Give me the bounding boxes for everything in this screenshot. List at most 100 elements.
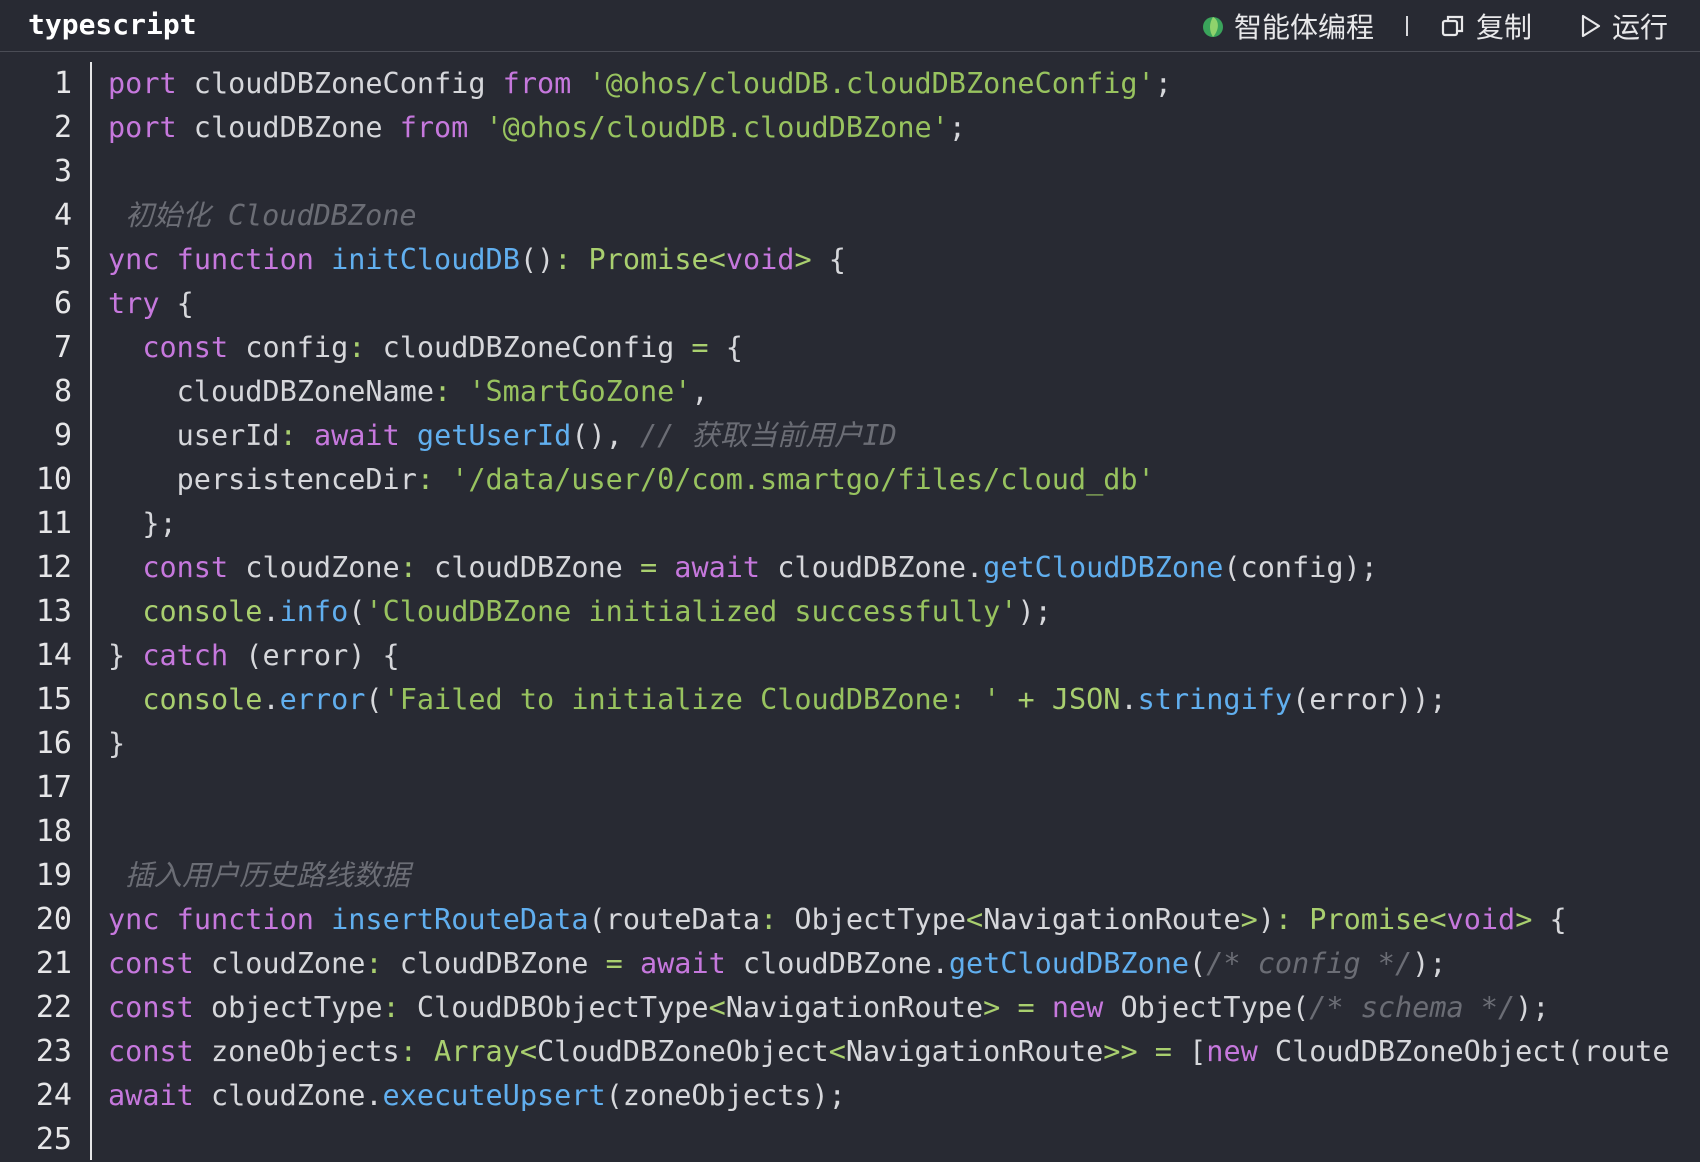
code-token: zoneObjects [193, 1035, 400, 1068]
copy-button[interactable]: 复制 [1440, 6, 1532, 46]
code-token: : [399, 551, 417, 584]
line-number: 22 [35, 990, 72, 1025]
code-token: } [108, 727, 126, 760]
code-token: console [142, 683, 263, 716]
code-token: error [279, 683, 366, 716]
code-token: } [108, 639, 143, 672]
code-token: > [1240, 903, 1258, 936]
code-token: cloudDBZone [382, 947, 606, 980]
code-token: ); [1412, 947, 1447, 980]
code-token: = [1154, 1035, 1172, 1068]
code-token: = [691, 331, 709, 364]
code-token: > [794, 243, 812, 276]
code-token: '@ohos/cloudDB.cloudDBZone' [485, 111, 949, 144]
line-number: 18 [35, 814, 72, 849]
code-token: getCloudDBZone [983, 551, 1224, 584]
code-token: }; [108, 507, 177, 540]
code-token: const [108, 1035, 194, 1068]
code-line: userId: await getUserId(), // 获取当前用户ID [108, 414, 1670, 458]
code-token: cloudZone [228, 551, 400, 584]
code-token: cloudZone [193, 947, 366, 980]
line-number: 4 [53, 198, 72, 233]
code-token: < [1429, 903, 1447, 936]
code-token: CloudDBZoneObject(routeDa [1257, 1035, 1670, 1068]
code-token: ) [1257, 903, 1275, 936]
code-token: config [228, 331, 349, 364]
code-token: stringify [1137, 683, 1293, 716]
code-line: ync function initCloudDB(): Promise<void… [108, 238, 1670, 282]
code-editor[interactable]: 1 2 3 4 5 6 7 8 9 10 11 12 13 14 15 16 17 18 19 20 21 22 23 24 2… [0, 52, 1700, 1160]
code-token: Promise [588, 243, 709, 276]
code-line: const objectType: CloudDBObjectType<Navi… [108, 986, 1670, 1030]
code-token: /* schema */ [1309, 991, 1516, 1024]
code-token: void [725, 243, 795, 276]
code-token: 初始化 CloudDBZone [108, 199, 417, 232]
code-token: cloudDBZone. [725, 947, 949, 980]
code-token: { [159, 287, 194, 320]
code-token: cloudZone. [193, 1079, 383, 1112]
code-token: Promise [1309, 903, 1430, 936]
line-number: 3 [53, 154, 72, 189]
code-token: ); [1017, 595, 1052, 628]
code-token: cloudDBZoneConfig [176, 67, 503, 100]
code-token: await [639, 947, 726, 980]
code-token: const [142, 331, 229, 364]
line-number: 6 [53, 286, 72, 321]
code-token: new [1206, 1035, 1258, 1068]
code-token: initCloudDB [331, 243, 520, 276]
header-separator [1405, 16, 1408, 36]
code-content[interactable]: port cloudDBZoneConfig from '@ohos/cloud… [108, 62, 1670, 1160]
code-line: const zoneObjects: Array<CloudDBZoneObje… [108, 1030, 1670, 1074]
agent-coding-button[interactable]: 智能体编程 [1202, 6, 1374, 46]
code-token: : [760, 903, 778, 936]
code-token: CloudDBZoneObject [537, 1035, 829, 1068]
code-token: < [708, 991, 726, 1024]
code-token: { [1532, 903, 1567, 936]
code-token: . [262, 595, 280, 628]
language-label: typescript [28, 8, 197, 41]
code-token: cloudDBZone [176, 111, 400, 144]
code-token: < [519, 1035, 538, 1068]
code-token: cloudDBZoneConfig [365, 331, 692, 364]
code-token: 'CloudDBZone initialized successfully' [365, 595, 1018, 628]
line-number-gutter: 1 2 3 4 5 6 7 8 9 10 11 12 13 14 15 16 17 18 19 20 21 22 23 24 2… [0, 62, 92, 1160]
code-token: + [1017, 683, 1035, 716]
code-token: from [399, 111, 469, 144]
code-token: [ [1171, 1035, 1207, 1068]
code-token: NavigationRoute [983, 903, 1241, 936]
code-token: : [1274, 903, 1293, 936]
line-number: 25 [35, 1122, 72, 1157]
code-line: 初始化 CloudDBZone [108, 194, 1670, 238]
code-token: const [108, 947, 194, 980]
code-token: NavigationRoute [725, 991, 984, 1024]
code-token: < [708, 243, 726, 276]
code-token: port [108, 67, 177, 100]
code-token: const [142, 551, 229, 584]
code-token: ObjectType [777, 903, 967, 936]
code-token: ); [1515, 991, 1550, 1024]
code-token: (error) { [228, 639, 400, 672]
run-button[interactable]: 运行 [1580, 6, 1668, 46]
code-token: port [108, 111, 177, 144]
code-token: = [639, 551, 658, 584]
code-line: cloudDBZoneName: 'SmartGoZone', [108, 370, 1670, 414]
code-token: const [108, 991, 194, 1024]
code-token: getUserId [416, 419, 572, 452]
code-token: ; [1154, 67, 1172, 100]
line-number: 1 [53, 66, 72, 101]
